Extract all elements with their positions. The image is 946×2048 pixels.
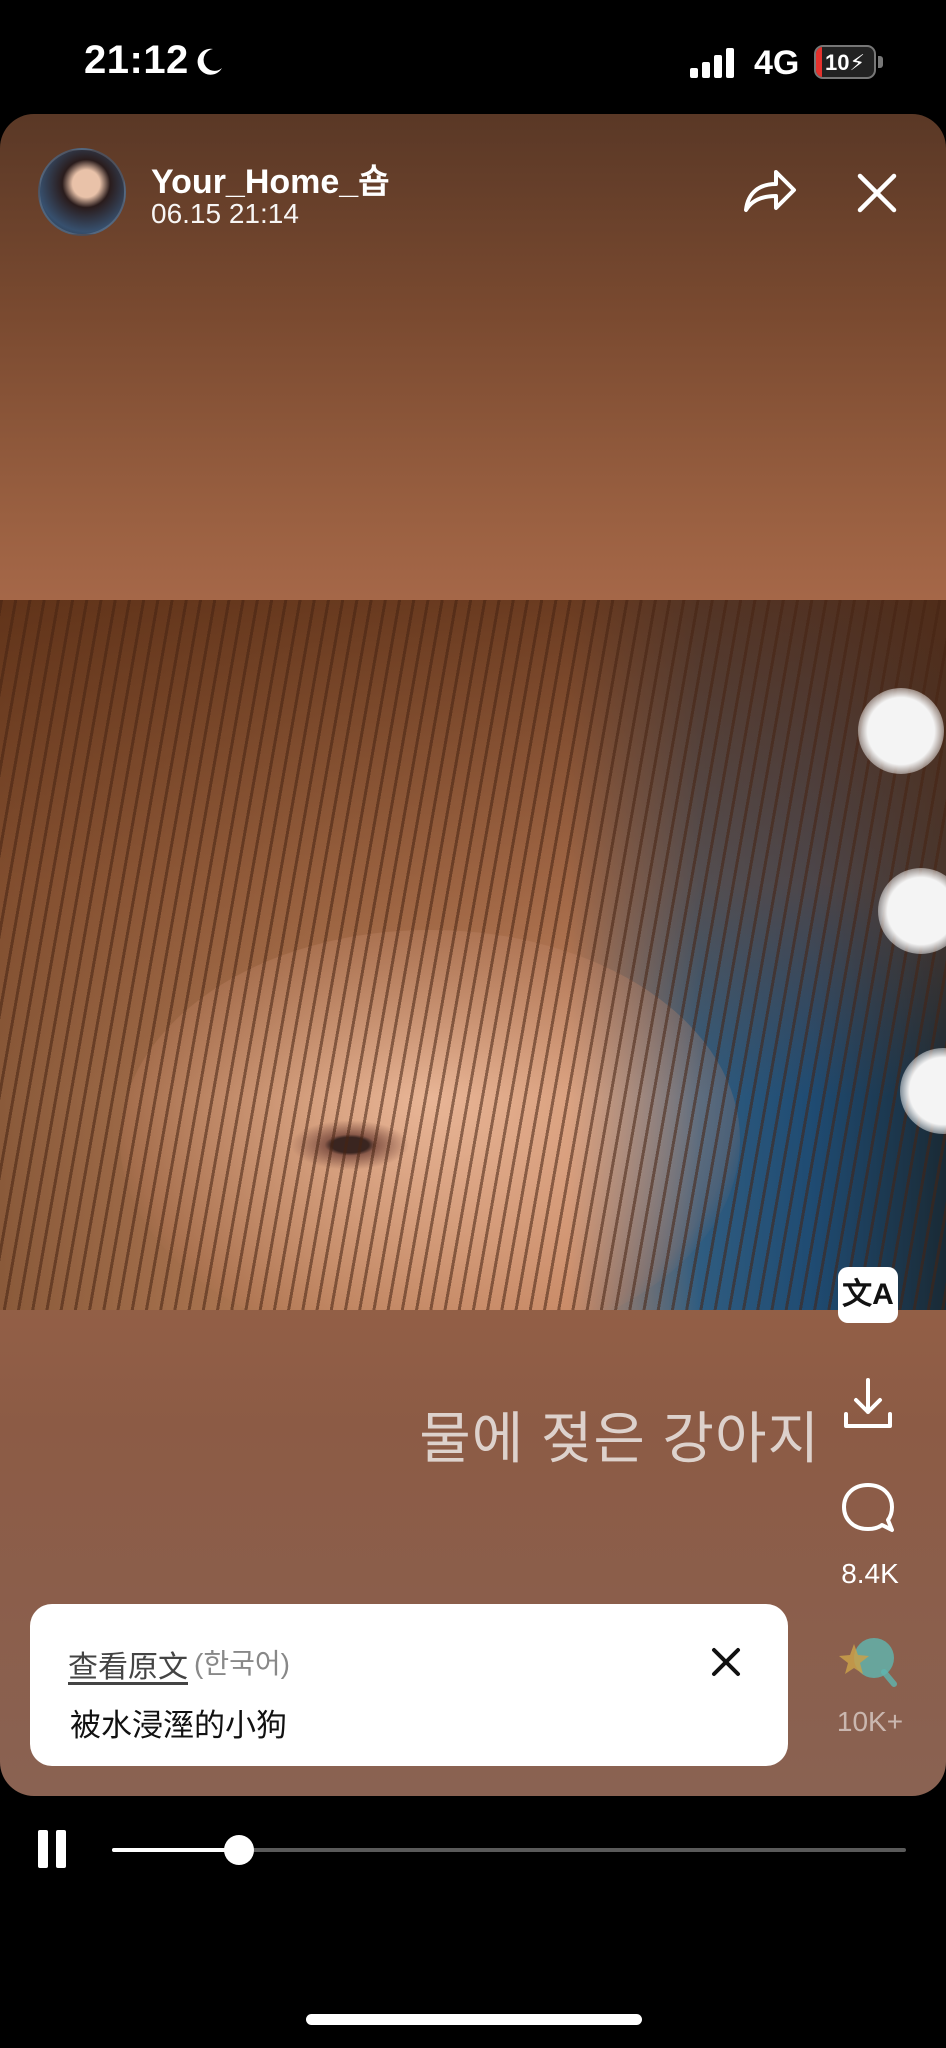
signal-bars-icon	[690, 48, 734, 78]
translated-text: 被水浸溼的小狗	[70, 1708, 287, 1743]
status-bar: 21:12 4G 10⚡	[0, 0, 946, 115]
status-time: 21:12	[84, 38, 189, 82]
post-photo[interactable]	[0, 600, 946, 1310]
moon-icon	[197, 48, 222, 75]
download-icon[interactable]	[838, 1374, 898, 1434]
original-language-label: (한국어)	[194, 1648, 290, 1679]
username[interactable]: Your_Home_숍	[151, 154, 389, 203]
avatar[interactable]	[38, 148, 126, 236]
share-icon[interactable]	[736, 158, 802, 224]
photo-bokeh-light	[858, 688, 944, 774]
battery-cap	[878, 56, 883, 68]
reaction-icon[interactable]	[836, 1628, 900, 1692]
progress-played	[112, 1848, 240, 1852]
post-datetime: 06.15 21:14	[151, 198, 299, 229]
battery-percent: 10⚡	[825, 50, 865, 75]
media-viewer-card[interactable]: Your_Home_숍 06.15 21:14 물에 젖은 강아지 文A 8.4…	[0, 114, 946, 1796]
translate-button[interactable]: 文A	[838, 1267, 898, 1323]
view-original-link[interactable]: 查看原文	[68, 1642, 188, 1686]
close-translation-icon[interactable]	[706, 1642, 746, 1682]
comment-count: 8.4K	[841, 1558, 899, 1589]
pause-bar-icon	[56, 1830, 66, 1868]
network-type: 4G	[754, 44, 800, 82]
battery-indicator: 10⚡	[814, 45, 876, 79]
progress-thumb[interactable]	[224, 1835, 255, 1865]
comment-icon[interactable]	[838, 1478, 898, 1538]
pause-bar-icon	[38, 1830, 48, 1868]
charging-bolt-icon: ⚡	[849, 50, 865, 75]
post-caption: 물에 젖은 강아지	[419, 1407, 820, 1470]
photo-hair-overlay	[0, 600, 946, 1310]
close-icon[interactable]	[846, 162, 908, 224]
pause-button[interactable]	[36, 1830, 72, 1870]
home-indicator[interactable]	[306, 2014, 642, 2025]
translation-panel: 查看原文 (한국어) 被水浸溼的小狗	[30, 1604, 788, 1766]
reaction-count: 10K+	[836, 1706, 904, 1737]
